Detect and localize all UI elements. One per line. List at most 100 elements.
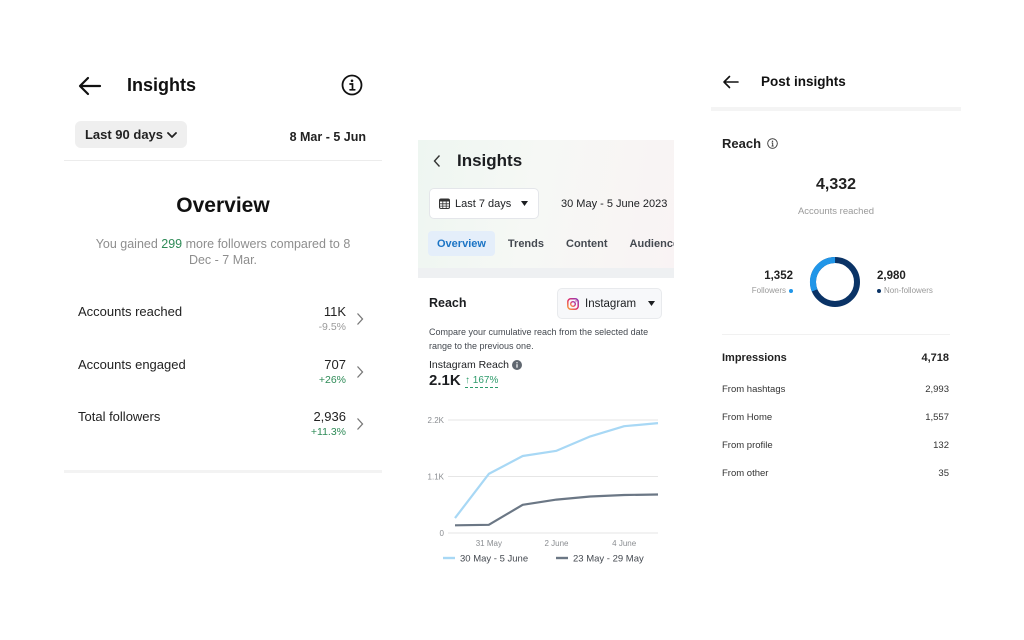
date-range-dropdown[interactable]: Last 7 days [429, 188, 539, 219]
metric-change: -9.5% [318, 321, 346, 333]
source-value: 132 [933, 440, 949, 451]
metric-row-accounts-engaged[interactable]: Accounts engaged 707 +26% [64, 355, 382, 395]
chevron-down-icon [167, 131, 177, 138]
reach-heading-text: Reach [722, 136, 762, 151]
summary-prefix: You gained [95, 237, 162, 251]
platform-label: Instagram [585, 297, 637, 310]
donut-segment-followers [810, 257, 860, 307]
source-value: 1,557 [925, 412, 949, 423]
info-circle-icon[interactable] [341, 74, 363, 96]
calendar-icon [439, 198, 450, 209]
date-range-dropdown[interactable]: Last 90 days [75, 121, 187, 148]
overview-summary: You gained 299 more followers compared t… [92, 236, 354, 268]
followers-value: 1,352 [764, 270, 793, 282]
instagram-reach-change: ↑ 167% [465, 375, 499, 388]
series-line-previous [454, 493, 659, 527]
x-tick-label: 2 June [544, 539, 569, 548]
legend-label: 30 May - 5 June [460, 554, 528, 565]
source-label: From profile [722, 440, 773, 451]
chevron-right-icon [357, 366, 364, 378]
followers-label: Followers [751, 286, 786, 295]
date-range-label: Last 90 days [84, 127, 164, 142]
series-line-current [454, 422, 659, 519]
platform-dropdown[interactable]: Instagram [557, 288, 662, 319]
impressions-source-row: From hashtags 2,993 [722, 384, 949, 400]
metric-change: +11.3% [310, 426, 346, 438]
overview-heading: Overview [176, 194, 270, 217]
reach-donut-chart [810, 257, 860, 307]
caret-down-icon [521, 201, 529, 206]
metric-row-total-followers[interactable]: Total followers 2,936 +11.3% [64, 407, 382, 447]
reach-heading: Reach [722, 136, 778, 151]
source-label: From other [722, 468, 769, 479]
metric-change: +26% [318, 374, 346, 386]
insights-reach-panel: Insights Last 7 days 30 May - 5 June 202… [418, 140, 674, 580]
source-value: 35 [938, 468, 949, 479]
impressions-label: Impressions [722, 352, 787, 364]
info-icon[interactable] [511, 360, 522, 370]
date-range-text: 30 May - 5 June 2023 [561, 198, 668, 210]
source-label: From hashtags [722, 384, 786, 395]
metric-value: 707 [324, 357, 346, 372]
impressions-value: 4,718 [921, 352, 949, 364]
accounts-reached-label: Accounts reached [797, 206, 875, 217]
divider [64, 470, 382, 473]
summary-suffix: more followers compared to 8 Dec - 7 Mar… [182, 237, 351, 267]
instagram-icon [567, 297, 579, 310]
impressions-source-row: From other 35 [722, 468, 949, 484]
divider [722, 334, 950, 335]
followers-gained-count: 299 [161, 237, 183, 251]
y-tick-label: 0 [440, 529, 445, 538]
non-followers-dot-icon [877, 288, 881, 293]
tab-content[interactable]: Content [557, 231, 617, 256]
x-tick-label: 4 June [612, 539, 637, 548]
date-range-label: Last 7 days [455, 197, 512, 210]
reach-description: Compare your cumulative reach from the s… [429, 327, 649, 351]
followers-dot-icon [789, 288, 793, 293]
chevron-right-icon [357, 313, 364, 325]
page-title: Post insights [761, 74, 846, 89]
reach-heading: Reach [429, 296, 467, 310]
accounts-reached-value: 4,332 [815, 176, 857, 193]
impressions-source-row: From profile 132 [722, 440, 949, 456]
x-tick-label: 31 May [476, 539, 502, 548]
date-range-text: 8 Mar - 5 Jun [289, 130, 366, 144]
metric-label-text: Instagram Reach [429, 359, 509, 371]
instagram-reach-label: Instagram Reach [429, 359, 522, 371]
divider [64, 160, 382, 161]
source-value: 2,993 [925, 384, 949, 395]
non-followers-label: Non-followers [884, 286, 933, 295]
non-followers-value: 2,980 [877, 270, 906, 282]
divider [711, 107, 961, 111]
metric-value: 11K [323, 304, 346, 319]
arrow-left-icon[interactable] [78, 76, 102, 96]
tab-bar: Overview Trends Content Audience [428, 231, 674, 256]
instagram-reach-value: 2.1K [429, 372, 461, 389]
legend-label: 23 May - 29 May [573, 554, 644, 565]
metric-label: Accounts reached [78, 304, 183, 319]
followers-legend: Followers [752, 286, 793, 295]
tab-audience[interactable]: Audience [621, 231, 674, 256]
insights-overview-panel: Insights Last 90 days 8 Mar - 5 Jun Over… [64, 60, 382, 480]
info-circle-icon[interactable] [767, 138, 778, 149]
arrow-left-icon[interactable] [722, 75, 739, 89]
caret-down-icon [648, 301, 656, 306]
chevron-left-icon[interactable] [432, 154, 442, 168]
impressions-source-row: From Home 1,557 [722, 412, 949, 428]
impressions-total-row: Impressions 4,718 [722, 352, 949, 368]
non-followers-legend: Non-followers [877, 286, 933, 295]
reach-line-chart: 0 1.1K 2.2K 31 May 2 June 4 June 30 May - 5 … [428, 416, 659, 565]
tab-overview[interactable]: Overview [428, 231, 495, 256]
metric-label: Accounts engaged [78, 357, 186, 372]
y-tick-label: 1.1K [428, 473, 445, 482]
metric-value: 2,936 [313, 409, 346, 424]
page-title: Insights [457, 151, 523, 170]
post-insights-panel: Post insights Reach 4,332 Accounts reach… [711, 60, 961, 490]
y-tick-label: 2.2K [428, 416, 445, 425]
chevron-right-icon [357, 418, 364, 430]
page-title: Insights [127, 75, 197, 95]
source-label: From Home [722, 412, 773, 423]
tab-trends[interactable]: Trends [499, 231, 553, 256]
metric-row-accounts-reached[interactable]: Accounts reached 11K -9.5% [64, 302, 382, 342]
metric-label: Total followers [78, 409, 161, 424]
